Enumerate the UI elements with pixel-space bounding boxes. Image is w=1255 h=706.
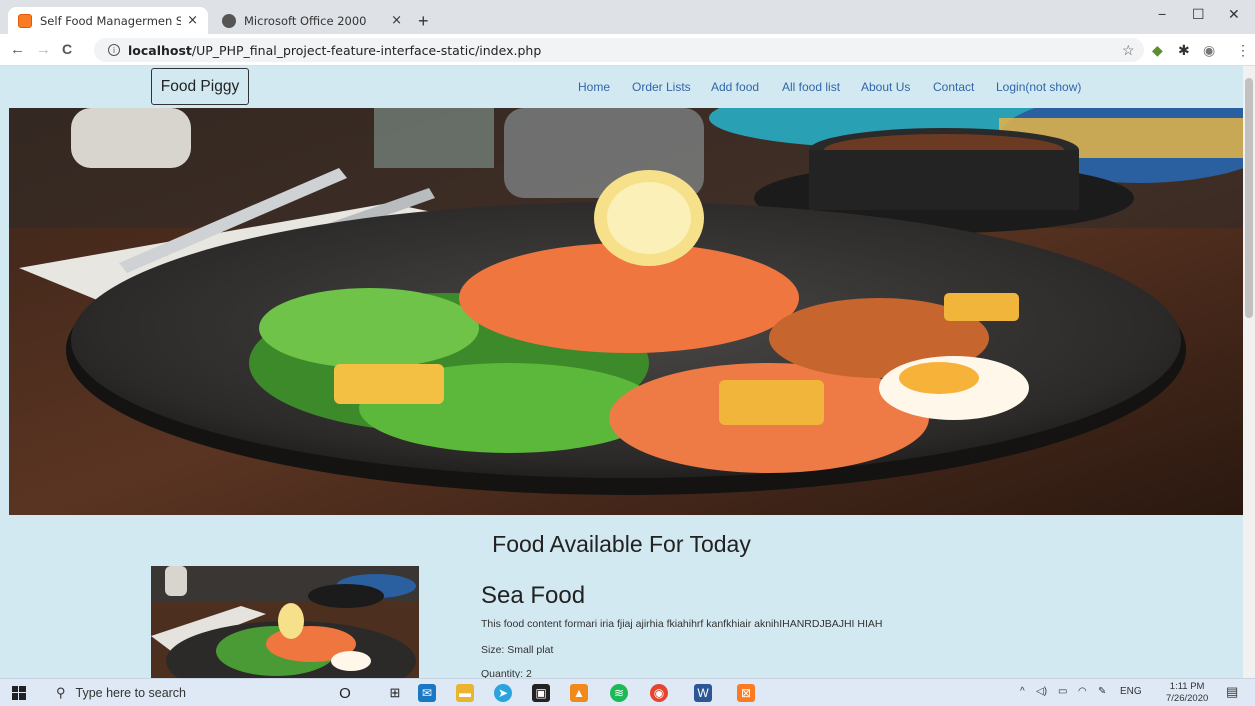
- task-view-icon[interactable]: ⊞: [386, 684, 404, 702]
- food-thumbnail[interactable]: [151, 566, 419, 678]
- browser-tab-strip: Self Food Managermen System × Microsoft …: [0, 0, 1255, 34]
- food-quantity: Quantity: 2: [481, 668, 532, 678]
- extensions-puzzle-icon[interactable]: ✱: [1178, 42, 1190, 59]
- extension-icon[interactable]: ◆: [1152, 42, 1163, 59]
- page-viewport: Food Piggy Home Order Lists Add food All…: [0, 66, 1243, 678]
- profile-avatar-icon[interactable]: ◉: [1203, 42, 1215, 59]
- bookmark-star-icon[interactable]: ☆: [1122, 42, 1135, 59]
- browser-toolbar: ← → C i localhost/UP_PHP_final_project-f…: [0, 34, 1255, 66]
- back-button[interactable]: ←: [10, 41, 25, 58]
- tab-close-icon[interactable]: ×: [187, 13, 198, 28]
- maximize-button[interactable]: ☐: [1192, 6, 1205, 23]
- close-window-button[interactable]: ✕: [1228, 6, 1240, 23]
- page-scrollbar[interactable]: [1243, 66, 1255, 678]
- tab-microsoft-office[interactable]: Microsoft Office 2000 ×: [212, 7, 412, 34]
- site-info-icon[interactable]: i: [108, 44, 120, 56]
- food-name: Sea Food: [481, 582, 586, 609]
- minimize-button[interactable]: −: [1158, 6, 1166, 22]
- clock[interactable]: 1:11 PM 7/26/2020: [1166, 681, 1208, 705]
- word-icon[interactable]: W: [694, 684, 712, 702]
- hero-food-image: [9, 108, 1243, 515]
- clock-date: 7/26/2020: [1166, 693, 1209, 704]
- chrome-icon[interactable]: ◉: [650, 684, 668, 702]
- nav-about-us[interactable]: About Us: [861, 80, 910, 94]
- globe-favicon-icon: [222, 13, 236, 28]
- tab-title: Microsoft Office 2000: [244, 13, 367, 28]
- tray-chevron-icon[interactable]: ^: [1020, 686, 1025, 697]
- search-icon: ⚲: [56, 685, 66, 700]
- tab-title: Self Food Managermen System: [40, 13, 182, 28]
- windows-taskbar: ⚲ Type here to search O ⊞ ✉ ▬ ➤ ▣ ▲ ≋ ◉ …: [0, 678, 1255, 706]
- spotify-icon[interactable]: ≋: [610, 684, 628, 702]
- nav-order-lists[interactable]: Order Lists: [632, 80, 691, 94]
- nav-login[interactable]: Login(not show): [996, 80, 1081, 94]
- pen-icon[interactable]: ✎: [1098, 686, 1106, 697]
- search-placeholder: Type here to search: [75, 686, 187, 700]
- file-explorer-icon[interactable]: ▬: [456, 684, 474, 702]
- scrollbar-thumb[interactable]: [1245, 78, 1253, 318]
- clock-time: 1:11 PM: [1169, 681, 1205, 692]
- brand-logo[interactable]: Food Piggy: [151, 68, 249, 105]
- volume-icon[interactable]: ◁): [1036, 686, 1047, 697]
- store-icon[interactable]: ▣: [532, 684, 550, 702]
- language-indicator[interactable]: ENG: [1120, 686, 1142, 697]
- url-path: /UP_PHP_final_project-feature-interface-…: [191, 42, 542, 58]
- xampp-icon[interactable]: ⊠: [737, 684, 755, 702]
- address-bar[interactable]: i localhost/UP_PHP_final_project-feature…: [94, 38, 1144, 62]
- section-title: Food Available For Today: [492, 531, 751, 557]
- nav-add-food[interactable]: Add food: [711, 80, 759, 94]
- nav-contact[interactable]: Contact: [933, 80, 974, 94]
- tab-close-icon[interactable]: ×: [391, 13, 402, 28]
- forward-button[interactable]: →: [36, 41, 51, 58]
- mail-icon[interactable]: ✉: [418, 684, 436, 702]
- menu-kebab-icon[interactable]: ⋮: [1236, 42, 1250, 59]
- nav-all-food-list[interactable]: All food list: [782, 80, 840, 94]
- new-tab-button[interactable]: +: [418, 11, 429, 32]
- wifi-icon[interactable]: ◠: [1078, 686, 1087, 697]
- url-host: localhost: [128, 42, 192, 58]
- cortana-icon[interactable]: O: [336, 684, 354, 702]
- food-description: This food content formari iria fjiaj aji…: [481, 618, 883, 630]
- nav-home[interactable]: Home: [578, 80, 610, 94]
- tab-self-food[interactable]: Self Food Managermen System ×: [8, 7, 208, 34]
- notification-icon[interactable]: ▤: [1226, 684, 1238, 700]
- windows-start-icon[interactable]: [12, 686, 26, 700]
- taskbar-search[interactable]: ⚲ Type here to search: [50, 683, 320, 703]
- reload-button[interactable]: C: [62, 41, 72, 57]
- xampp-favicon-icon: [18, 13, 32, 28]
- vlc-icon[interactable]: ▲: [570, 684, 588, 702]
- telegram-icon[interactable]: ➤: [494, 684, 512, 702]
- battery-icon[interactable]: ▭: [1058, 686, 1067, 697]
- food-size: Size: Small plat: [481, 644, 554, 656]
